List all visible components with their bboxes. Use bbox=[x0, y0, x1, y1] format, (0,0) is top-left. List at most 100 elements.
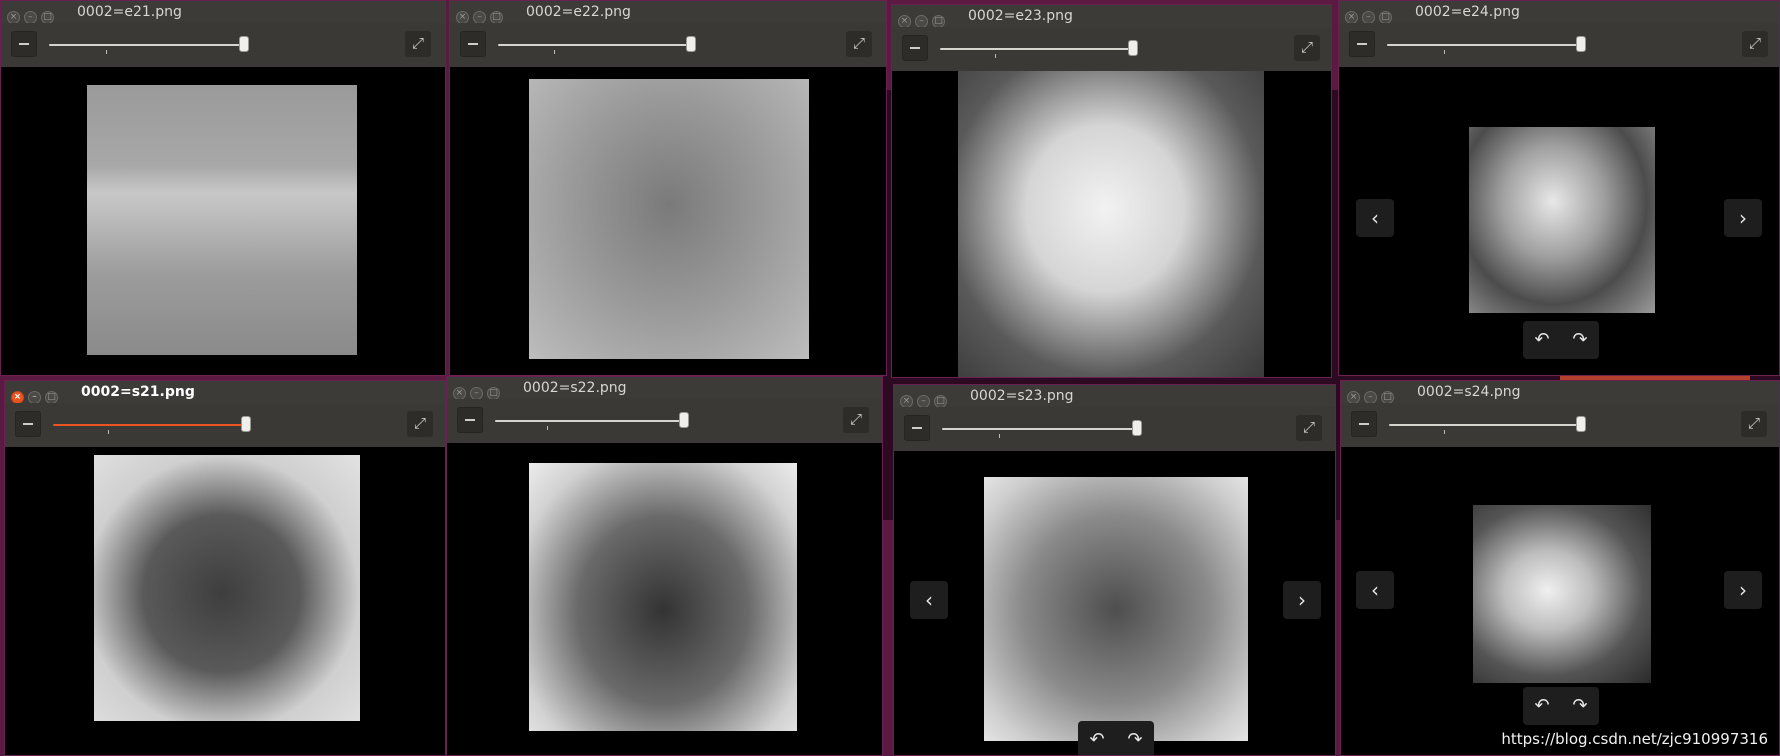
image-canvas bbox=[892, 71, 1331, 377]
viewer-toolbar: ⤢ bbox=[1339, 23, 1779, 67]
window-title: 0002=e21.png bbox=[77, 4, 182, 20]
feature-map-image bbox=[529, 79, 809, 359]
titlebar[interactable]: × – □ 0002=e23.png bbox=[892, 5, 1331, 28]
previous-image-button[interactable]: ‹ bbox=[1356, 199, 1394, 237]
image-viewer-s23: × – □ 0002=s23.png ⤢ ‹ › ↶ ↷ bbox=[893, 384, 1336, 756]
zoom-out-button[interactable] bbox=[1349, 31, 1375, 57]
rotate-toolbar: ↶ ↷ bbox=[1078, 721, 1154, 755]
titlebar[interactable]: × – □ 0002=s24.png bbox=[1341, 381, 1779, 404]
rotate-right-icon[interactable]: ↷ bbox=[1561, 687, 1599, 725]
zoom-slider-track[interactable] bbox=[1387, 44, 1581, 46]
zoom-slider-track[interactable] bbox=[53, 424, 249, 426]
zoom-slider-tick bbox=[106, 50, 107, 54]
zoom-slider-tick bbox=[547, 426, 548, 430]
zoom-slider-knob[interactable] bbox=[1576, 416, 1586, 432]
feature-map-image bbox=[1469, 127, 1655, 313]
feature-map-image bbox=[529, 463, 797, 731]
window-title: 0002=e24.png bbox=[1415, 4, 1520, 20]
fullscreen-button[interactable]: ⤢ bbox=[405, 31, 431, 57]
watermark-url: https://blog.csdn.net/zjc910997316 bbox=[1501, 730, 1768, 748]
image-viewer-e22: × – □ 0002=e22.png ⤢ bbox=[449, 0, 887, 376]
fullscreen-button[interactable]: ⤢ bbox=[846, 31, 872, 57]
image-viewer-e21: × – □ 0002=e21.png ⤢ bbox=[0, 0, 446, 376]
zoom-out-button[interactable] bbox=[457, 407, 483, 433]
viewer-toolbar: ⤢ bbox=[5, 403, 445, 447]
zoom-out-button[interactable] bbox=[902, 35, 928, 61]
image-viewer-s22: × – □ 0002=s22.png ⤢ bbox=[446, 376, 883, 756]
rotate-left-icon[interactable]: ↶ bbox=[1078, 721, 1116, 755]
rotate-left-icon[interactable]: ↶ bbox=[1523, 321, 1561, 359]
rotate-toolbar: ↶ ↷ bbox=[1523, 687, 1599, 725]
zoom-out-button[interactable] bbox=[1351, 411, 1377, 437]
zoom-slider-knob[interactable] bbox=[1576, 36, 1586, 52]
fullscreen-button[interactable]: ⤢ bbox=[407, 411, 433, 437]
image-viewer-e24: × – □ 0002=e24.png ⤢ ‹ › ↶ ↷ bbox=[1338, 0, 1780, 376]
image-canvas: ‹ › ↶ ↷ bbox=[1339, 67, 1779, 375]
rotate-right-icon[interactable]: ↷ bbox=[1116, 721, 1154, 755]
viewer-toolbar: ⤢ bbox=[447, 399, 882, 443]
image-viewer-s21: × – □ 0002=s21.png ⤢ bbox=[4, 380, 446, 756]
feature-map-image bbox=[984, 477, 1248, 741]
zoom-slider-track[interactable] bbox=[940, 48, 1136, 50]
fullscreen-button[interactable]: ⤢ bbox=[1741, 411, 1767, 437]
rotate-toolbar: ↶ ↷ bbox=[1523, 321, 1599, 359]
titlebar[interactable]: × – □ 0002=s22.png bbox=[447, 377, 882, 400]
rotate-left-icon[interactable]: ↶ bbox=[1523, 687, 1561, 725]
zoom-slider-knob[interactable] bbox=[686, 36, 696, 52]
zoom-slider-knob[interactable] bbox=[1128, 40, 1138, 56]
window-title: 0002=e22.png bbox=[526, 4, 631, 20]
fullscreen-button[interactable]: ⤢ bbox=[1742, 31, 1768, 57]
fullscreen-button[interactable]: ⤢ bbox=[843, 407, 869, 433]
zoom-slider-track[interactable] bbox=[1389, 424, 1583, 426]
fullscreen-button[interactable]: ⤢ bbox=[1294, 35, 1320, 61]
window-title: 0002=s24.png bbox=[1417, 384, 1521, 400]
zoom-out-button[interactable] bbox=[460, 31, 486, 57]
zoom-slider-track[interactable] bbox=[498, 44, 692, 46]
next-image-button[interactable]: › bbox=[1283, 581, 1321, 619]
zoom-slider-tick bbox=[1444, 430, 1445, 434]
zoom-slider-tick bbox=[554, 50, 555, 54]
feature-map-image bbox=[958, 71, 1264, 377]
image-canvas bbox=[447, 443, 882, 755]
titlebar[interactable]: × – □ 0002=e21.png bbox=[1, 1, 445, 24]
previous-image-button[interactable]: ‹ bbox=[910, 581, 948, 619]
zoom-slider-knob[interactable] bbox=[241, 416, 251, 432]
zoom-out-button[interactable] bbox=[15, 411, 41, 437]
zoom-slider-knob[interactable] bbox=[239, 36, 249, 52]
zoom-slider-knob[interactable] bbox=[1132, 420, 1142, 436]
zoom-slider-tick bbox=[108, 430, 109, 434]
next-image-button[interactable]: › bbox=[1724, 199, 1762, 237]
image-canvas bbox=[1, 67, 445, 375]
titlebar[interactable]: × – □ 0002=s21.png bbox=[5, 381, 445, 404]
zoom-slider-tick bbox=[1444, 50, 1445, 54]
window-title: 0002=e23.png bbox=[968, 8, 1073, 24]
titlebar[interactable]: × – □ 0002=s23.png bbox=[894, 385, 1335, 408]
zoom-slider-tick bbox=[995, 54, 996, 58]
fullscreen-button[interactable]: ⤢ bbox=[1296, 415, 1322, 441]
titlebar[interactable]: × – □ 0002=e24.png bbox=[1339, 1, 1779, 24]
viewer-toolbar: ⤢ bbox=[892, 27, 1331, 71]
next-image-button[interactable]: › bbox=[1724, 571, 1762, 609]
zoom-slider-track[interactable] bbox=[49, 44, 245, 46]
zoom-out-button[interactable] bbox=[11, 31, 37, 57]
image-canvas bbox=[450, 67, 886, 375]
zoom-slider-knob[interactable] bbox=[679, 412, 689, 428]
zoom-out-button[interactable] bbox=[904, 415, 930, 441]
viewer-toolbar: ⤢ bbox=[1, 23, 445, 67]
previous-image-button[interactable]: ‹ bbox=[1356, 571, 1394, 609]
zoom-slider-track[interactable] bbox=[942, 428, 1138, 430]
image-viewer-s24: × – □ 0002=s24.png ⤢ ‹ › ↶ ↷ bbox=[1340, 380, 1780, 756]
window-title: 0002=s21.png bbox=[81, 384, 195, 400]
feature-map-image bbox=[94, 455, 360, 721]
window-title: 0002=s22.png bbox=[523, 380, 627, 396]
image-canvas: ‹ › ↶ ↷ bbox=[1341, 447, 1779, 755]
window-title: 0002=s23.png bbox=[970, 388, 1074, 404]
viewer-toolbar: ⤢ bbox=[894, 407, 1335, 451]
zoom-slider-track[interactable] bbox=[495, 420, 689, 422]
titlebar[interactable]: × – □ 0002=e22.png bbox=[450, 1, 886, 24]
image-canvas bbox=[5, 447, 445, 755]
rotate-right-icon[interactable]: ↷ bbox=[1561, 321, 1599, 359]
image-canvas: ‹ › ↶ ↷ bbox=[894, 451, 1335, 755]
feature-map-image bbox=[87, 85, 357, 355]
viewer-toolbar: ⤢ bbox=[1341, 403, 1779, 447]
